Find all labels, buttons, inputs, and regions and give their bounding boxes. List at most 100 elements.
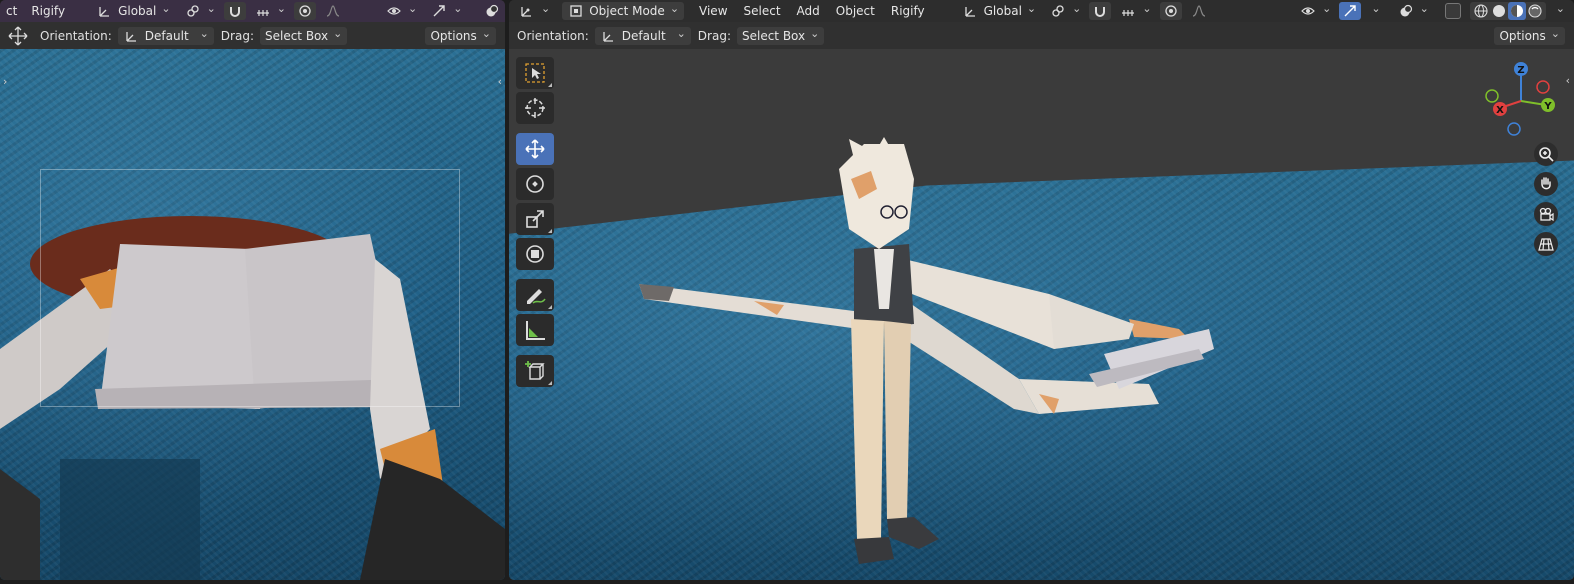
left-sidebar-expand-icon[interactable]: ‹ (498, 75, 502, 88)
cursor-tool[interactable] (516, 92, 554, 124)
editor-type-dropdown[interactable] (513, 2, 555, 20)
left-options-group: Options (425, 27, 499, 45)
right-header-right-group (1294, 2, 1570, 20)
orientation-axes-icon (123, 27, 141, 45)
select-box-tool[interactable] (516, 57, 554, 89)
right-options-group: Options (1494, 27, 1568, 45)
shading-mode-group (1469, 2, 1546, 20)
pivot-link-icon (184, 2, 202, 20)
tool-submenu-corner-icon (548, 83, 552, 87)
gizmo-toggle[interactable] (425, 2, 467, 20)
zoom-magnifier-icon (1539, 147, 1554, 162)
pivot-point-dropdown[interactable] (1044, 2, 1086, 20)
gizmo-dropdown[interactable] (1364, 2, 1382, 20)
object-visibility-dropdown[interactable] (1294, 2, 1336, 20)
viewport-toolbar (516, 57, 556, 390)
orientation-dropdown[interactable]: Default (594, 27, 691, 45)
gizmo-z-label: Z (1517, 65, 1524, 76)
proportional-falloff-dropdown[interactable] (319, 2, 347, 20)
xray-toggle[interactable] (1443, 2, 1463, 20)
right-3d-viewport-editor: Object Mode View Select Add Object Rigif… (509, 0, 1574, 580)
left-viewport-header: ct Rigify Global (0, 0, 505, 22)
snap-toggle[interactable] (1089, 2, 1112, 20)
menu-rigify[interactable]: Rigify (883, 4, 933, 18)
add-cube-icon (525, 361, 545, 380)
overlay-circles-icon (483, 2, 501, 20)
magnet-icon (226, 2, 244, 20)
transform-orientation-dropdown[interactable]: Global (957, 2, 1042, 20)
wireframe-sphere-icon[interactable] (1472, 2, 1490, 20)
viewport-axes-icon (518, 2, 536, 20)
character-model (639, 137, 1214, 564)
snap-target-dropdown[interactable] (249, 2, 291, 20)
options-dropdown[interactable]: Options (425, 27, 496, 45)
mode-dropdown[interactable]: Object Mode (562, 2, 685, 20)
left-toolbar-expand-icon[interactable]: › (3, 75, 7, 88)
left-viewport-canvas[interactable]: › ‹ (0, 49, 505, 580)
snap-increment-icon (1119, 2, 1137, 20)
overlay-circles-icon (1397, 2, 1415, 20)
gizmo-toggle[interactable] (1339, 2, 1362, 20)
measure-ruler-icon (526, 321, 545, 340)
tool-submenu-corner-icon (548, 305, 552, 309)
options-label: Options (1499, 29, 1546, 43)
transform-orientation-dropdown[interactable]: Global (91, 2, 176, 20)
menu-object[interactable]: Object (828, 4, 883, 18)
pan-view-button[interactable] (1534, 172, 1558, 196)
pivot-point-dropdown[interactable] (179, 2, 221, 20)
annotate-tool[interactable] (516, 279, 554, 311)
gizmo-x-label: X (1496, 105, 1504, 116)
camera-icon (1539, 207, 1554, 222)
menu-truncated[interactable]: ct (4, 4, 23, 18)
drag-value: Select Box (264, 29, 329, 43)
proportional-editing-toggle[interactable] (294, 2, 316, 20)
options-dropdown[interactable]: Options (1494, 27, 1565, 45)
shading-options-dropdown[interactable] (1549, 2, 1567, 20)
annotate-pencil-icon (527, 289, 546, 304)
options-label: Options (430, 29, 477, 43)
right-viewport-canvas[interactable]: Z Y X ‹ (509, 49, 1574, 580)
camera-view-button[interactable] (1534, 202, 1558, 226)
menu-select[interactable]: Select (736, 4, 789, 18)
overlays-dropdown[interactable] (1392, 2, 1434, 20)
scale-icon (526, 210, 544, 228)
object-mode-icon (567, 2, 585, 20)
zoom-view-button[interactable] (1534, 142, 1558, 166)
proportional-editing-toggle[interactable] (1159, 2, 1182, 20)
solid-sphere-icon[interactable] (1490, 2, 1508, 20)
snap-target-dropdown[interactable] (1114, 2, 1156, 20)
orientation-axes-icon (962, 2, 980, 20)
snap-toggle[interactable] (223, 2, 246, 20)
rotate-icon (526, 175, 544, 193)
object-visibility-dropdown[interactable] (380, 2, 422, 20)
cursor-crosshair-icon (525, 98, 545, 118)
overlays-dropdown[interactable] (478, 2, 505, 20)
drag-dropdown[interactable]: Select Box (259, 27, 348, 45)
proportional-falloff-dropdown[interactable] (1185, 2, 1213, 20)
orientation-dropdown[interactable]: Default (117, 27, 214, 45)
move-tool[interactable] (516, 133, 554, 165)
drag-dropdown[interactable]: Select Box (736, 27, 825, 45)
left-tool-settings-bar: Orientation: Default Drag: Select Box Op… (0, 23, 505, 49)
gizmo-arrow-icon (430, 2, 448, 20)
rotate-tool[interactable] (516, 168, 554, 200)
xray-icon (1444, 3, 1461, 19)
transform-tool[interactable] (516, 238, 554, 270)
navigation-gizmo[interactable]: Z Y X (1476, 53, 1566, 143)
measure-tool[interactable] (516, 314, 554, 346)
material-preview-sphere-icon[interactable] (1507, 2, 1526, 20)
menu-rigify[interactable]: Rigify (23, 4, 73, 18)
eye-icon (1299, 2, 1317, 20)
right-sidebar-expand-icon[interactable]: ‹ (1566, 74, 1570, 87)
menu-view[interactable]: View (691, 4, 735, 18)
move-tool-icon (6, 25, 30, 47)
perspective-toggle-button[interactable] (1534, 232, 1558, 256)
menu-add[interactable]: Add (789, 4, 828, 18)
add-cube-tool[interactable] (516, 355, 554, 387)
drag-value: Select Box (741, 29, 806, 43)
magnet-icon (1091, 2, 1109, 20)
scale-tool[interactable] (516, 203, 554, 235)
orientation-value: Default (621, 29, 666, 43)
mode-value: Object Mode (589, 4, 665, 18)
rendered-sphere-icon[interactable] (1526, 2, 1544, 20)
